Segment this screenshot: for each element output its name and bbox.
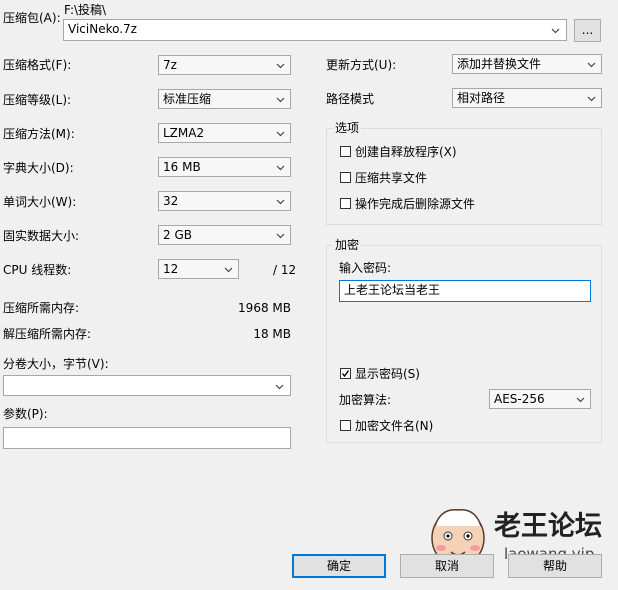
volume-combobox[interactable] xyxy=(3,375,291,396)
solid-value: 2 GB xyxy=(163,228,192,242)
show-password-label[interactable]: 显示密码(S) xyxy=(355,367,420,381)
chevron-down-icon xyxy=(276,97,285,103)
chevron-down-icon xyxy=(276,63,285,69)
chevron-down-icon xyxy=(587,62,596,68)
encryption-method-select[interactable]: AES-256 xyxy=(489,389,591,409)
level-select[interactable]: 标准压缩 xyxy=(158,89,291,109)
dict-select[interactable]: 16 MB xyxy=(158,157,291,177)
chevron-down-icon xyxy=(276,199,285,205)
threads-value: 12 xyxy=(163,262,179,276)
cancel-button[interactable]: 取消 xyxy=(400,554,494,578)
password-value: 上老王论坛当老王 xyxy=(344,283,441,297)
threads-label: CPU 线程数: xyxy=(3,263,72,277)
threads-total: / 12 xyxy=(273,263,297,277)
level-value: 标准压缩 xyxy=(163,92,212,106)
word-label: 单词大小(W): xyxy=(3,195,77,209)
password-label: 输入密码: xyxy=(339,261,392,275)
pathmode-label: 路径模式 xyxy=(326,92,375,106)
archive-name-value: ViciNeko.7z xyxy=(68,22,137,36)
update-label: 更新方式(U): xyxy=(326,58,397,72)
mem-comp-label: 压缩所需内存: xyxy=(3,301,80,315)
chevron-down-icon xyxy=(276,233,285,239)
update-value: 添加并替换文件 xyxy=(457,57,542,71)
solid-select[interactable]: 2 GB xyxy=(158,225,291,245)
params-input[interactable] xyxy=(3,427,291,449)
method-value: LZMA2 xyxy=(163,126,205,140)
chevron-down-icon xyxy=(224,267,233,273)
encryption-method-label: 加密算法: xyxy=(339,393,392,407)
pathmode-select[interactable]: 相对路径 xyxy=(452,88,602,108)
level-label: 压缩等级(L): xyxy=(3,93,72,107)
volume-label: 分卷大小，字节(V): xyxy=(3,357,109,371)
method-select[interactable]: LZMA2 xyxy=(158,123,291,143)
format-value: 7z xyxy=(163,58,177,72)
chevron-down-icon xyxy=(587,96,596,102)
archive-name-combobox[interactable]: ViciNeko.7z xyxy=(63,19,567,41)
update-select[interactable]: 添加并替换文件 xyxy=(452,54,602,74)
password-input[interactable]: 上老王论坛当老王 xyxy=(339,280,591,302)
pathmode-value: 相对路径 xyxy=(457,91,506,105)
checkmark-icon xyxy=(341,370,350,378)
dict-label: 字典大小(D): xyxy=(3,161,74,175)
params-label: 参数(P): xyxy=(3,407,48,421)
archive-path: F:\投稿\ xyxy=(64,3,107,17)
encrypt-names-checkbox[interactable] xyxy=(340,420,351,431)
help-button[interactable]: 帮助 xyxy=(508,554,602,578)
solid-label: 固实数据大小: xyxy=(3,229,80,243)
watermark-title: 老王论坛 xyxy=(494,511,602,542)
option-label-sfx[interactable]: 创建自释放程序(X) xyxy=(355,145,457,159)
option-checkbox-delete[interactable] xyxy=(340,198,351,209)
chevron-down-icon xyxy=(275,384,284,390)
mem-decomp-value: 18 MB xyxy=(253,327,291,341)
ok-button[interactable]: 确定 xyxy=(292,554,386,578)
mem-decomp-label: 解压缩所需内存: xyxy=(3,327,92,341)
threads-select[interactable]: 12 xyxy=(158,259,239,279)
encrypt-names-label[interactable]: 加密文件名(N) xyxy=(355,419,433,433)
word-value: 32 xyxy=(163,194,179,208)
option-label-delete[interactable]: 操作完成后删除源文件 xyxy=(355,197,475,211)
encryption-title: 加密 xyxy=(333,238,362,252)
option-label-shared[interactable]: 压缩共享文件 xyxy=(355,171,427,185)
show-password-checkbox[interactable] xyxy=(340,368,351,379)
chevron-down-icon xyxy=(551,28,560,34)
chevron-down-icon xyxy=(576,397,585,403)
archive-label: 压缩包(A): xyxy=(3,11,61,25)
format-select[interactable]: 7z xyxy=(158,55,291,75)
browse-button[interactable]: ... xyxy=(574,19,601,42)
option-checkbox-shared[interactable] xyxy=(340,172,351,183)
encryption-method-value: AES-256 xyxy=(494,392,545,406)
dict-value: 16 MB xyxy=(163,160,201,174)
word-select[interactable]: 32 xyxy=(158,191,291,211)
mem-comp-value: 1968 MB xyxy=(238,301,291,315)
options-title: 选项 xyxy=(333,121,362,135)
chevron-down-icon xyxy=(276,165,285,171)
option-checkbox-sfx[interactable] xyxy=(340,146,351,157)
format-label: 压缩格式(F): xyxy=(3,58,72,72)
chevron-down-icon xyxy=(276,131,285,137)
method-label: 压缩方法(M): xyxy=(3,127,75,141)
